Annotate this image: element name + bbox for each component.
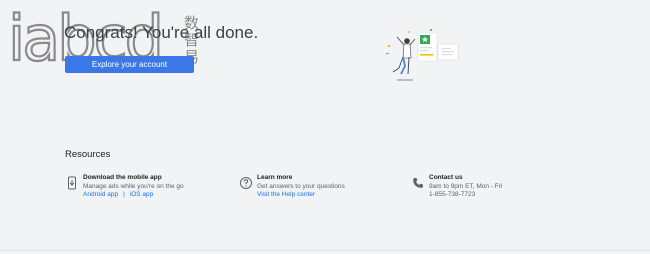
android-app-link[interactable]: Android app bbox=[83, 191, 118, 198]
phone-download-icon bbox=[68, 176, 76, 190]
help-circle-icon bbox=[240, 177, 252, 189]
resource-contact: Contact us 9am to 9pm ET, Mon - Fri 1-85… bbox=[411, 174, 502, 200]
link-separator: | bbox=[123, 191, 125, 198]
resource-title: Download the mobile app bbox=[83, 174, 162, 181]
celebration-illustration bbox=[385, 29, 459, 81]
resource-learn-more: Learn more Get answers to your questions… bbox=[239, 174, 345, 200]
resource-mobile-app: Download the mobile app Manage ads while… bbox=[65, 174, 184, 200]
resource-desc: Get answers to your questions bbox=[257, 182, 345, 190]
resource-title: Learn more bbox=[257, 174, 293, 181]
resource-hours: 9am to 9pm ET, Mon - Fri bbox=[429, 182, 503, 190]
phone-icon bbox=[413, 178, 423, 188]
resources-title: Resources bbox=[65, 149, 111, 160]
explore-account-button[interactable]: Explore your account bbox=[65, 56, 194, 73]
page-title: Congrats! You're all done. bbox=[64, 23, 259, 42]
ios-app-link[interactable]: iOS app bbox=[130, 191, 154, 198]
resource-phone-number: 1-855-738-7723 bbox=[429, 191, 476, 198]
resource-title: Contact us bbox=[429, 174, 463, 181]
help-center-link[interactable]: Visit the Help center bbox=[257, 191, 315, 198]
footer-divider bbox=[0, 250, 650, 251]
resource-desc: Manage ads while you're on the go bbox=[83, 182, 184, 190]
